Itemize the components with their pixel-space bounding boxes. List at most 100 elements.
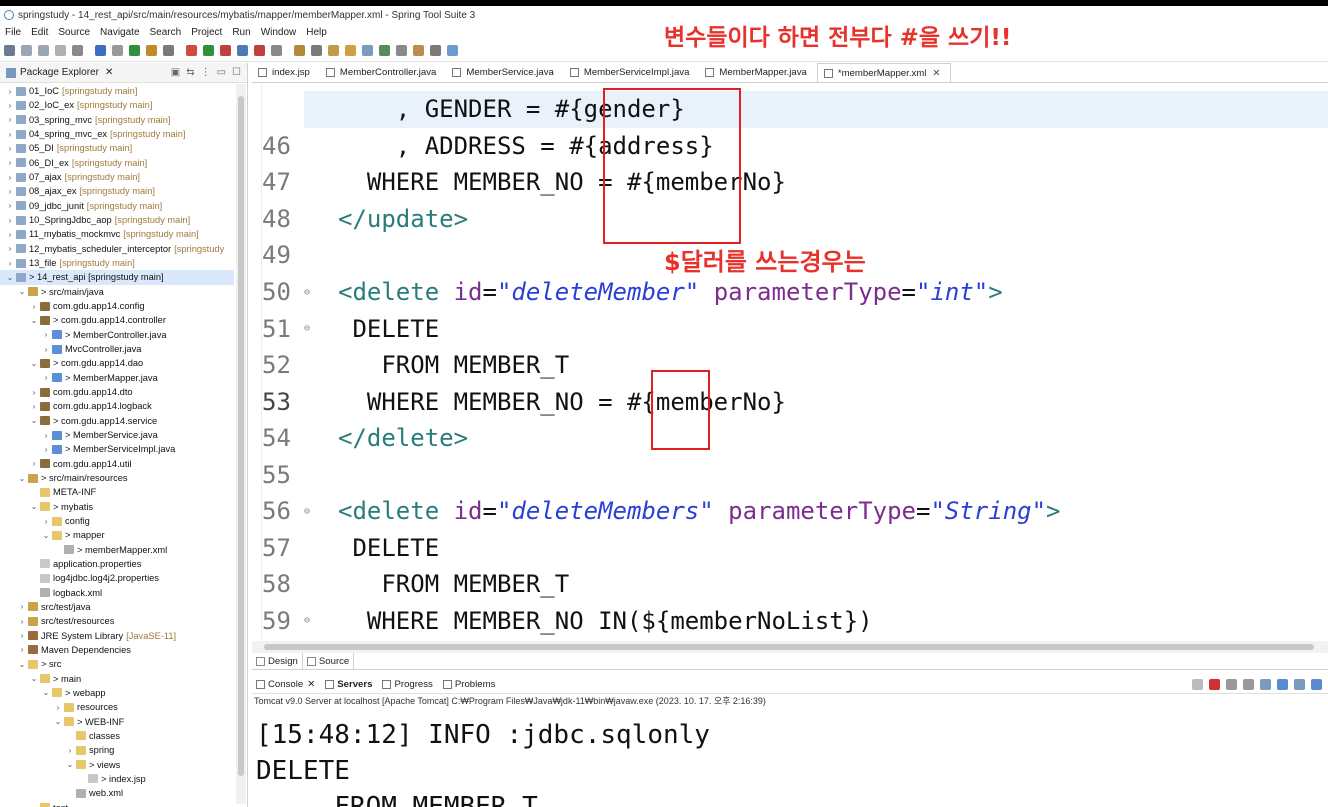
fold-toggle-icon[interactable]: ⊖ [304,615,310,626]
expand-toggle-icon[interactable]: ⌄ [18,287,26,296]
collapse-all-icon[interactable]: ▣ [171,67,180,78]
minimize-icon[interactable]: ▭ [217,67,226,78]
tree-item[interactable]: ⌄ > src/main/java [0,285,234,299]
expand-toggle-icon[interactable]: ⌄ [30,416,38,425]
tree-item[interactable]: › 01_IoC [springstudy main] [0,84,234,98]
tree-item[interactable]: ⌄ > com.gdu.app14.service [0,414,234,428]
toolbar-button[interactable] [55,45,66,56]
expand-toggle-icon[interactable]: › [30,302,38,311]
toolbar-button[interactable] [379,45,390,56]
toolbar-button[interactable] [203,45,214,56]
fold-toggle-icon[interactable]: ⊖ [304,287,310,298]
editor-tab[interactable]: MemberServiceImpl.java [564,63,700,82]
tree-item[interactable]: › com.gdu.app14.logback [0,399,234,413]
expand-toggle-icon[interactable]: › [42,431,50,440]
tree-item[interactable]: › 08_ajax_ex [springstudy main] [0,184,234,198]
explorer-scrollbar[interactable] [236,84,246,804]
expand-toggle-icon[interactable]: › [18,602,26,611]
toolbar-button[interactable] [413,45,424,56]
expand-toggle-icon[interactable]: › [6,259,14,268]
tree-item[interactable]: ⌄ > WEB-INF [0,714,234,728]
tree-item[interactable]: › 06_DI_ex [springstudy main] [0,156,234,170]
expand-toggle-icon[interactable]: ⌄ [6,273,14,282]
code-line[interactable]: 59 ⊖ WHERE MEMBER_NO IN(${memberNoList}) [252,603,1328,640]
package-explorer-title[interactable]: Package Explorer [20,67,99,78]
tab-design[interactable]: Design [252,653,303,669]
console-action-button[interactable] [1311,679,1322,690]
code-line[interactable]: 58 FROM MEMBER_T [252,566,1328,603]
tree-item[interactable]: ⌄ > src/main/resources [0,471,234,485]
editor-horizontal-scrollbar[interactable] [252,641,1328,653]
link-editor-icon[interactable]: ⇆ [186,67,194,78]
expand-toggle-icon[interactable]: ⌄ [54,717,62,726]
tree-item[interactable]: › 07_ajax [springstudy main] [0,170,234,184]
console-action-button[interactable] [1277,679,1288,690]
view-menu-icon[interactable]: ⋮ [201,67,211,78]
tree-item[interactable]: META-INF [0,485,234,499]
toolbar-button[interactable] [146,45,157,56]
toolbar-button[interactable] [4,45,15,56]
fold-toggle-icon[interactable]: ⊖ [304,323,310,334]
tree-item[interactable]: › com.gdu.app14.dto [0,385,234,399]
expand-toggle-icon[interactable]: ⌄ [30,674,38,683]
tree-item[interactable]: › 03_spring_mvc [springstudy main] [0,113,234,127]
code-line[interactable]: 51 ⊖ DELETE [252,310,1328,347]
expand-toggle-icon[interactable]: › [6,187,14,196]
toolbar-button[interactable] [311,45,322,56]
toolbar-button[interactable] [21,45,32,56]
editor-tab[interactable]: index.jsp [252,63,320,82]
toolbar-button[interactable] [396,45,407,56]
expand-toggle-icon[interactable]: ⌄ [30,359,38,368]
expand-toggle-icon[interactable]: › [6,130,14,139]
tree-item[interactable]: ⌄ > com.gdu.app14.controller [0,313,234,327]
expand-toggle-icon[interactable]: ⌄ [66,760,74,769]
expand-toggle-icon[interactable]: › [6,115,14,124]
tree-item[interactable]: › 13_file [springstudy main] [0,256,234,270]
tree-item[interactable]: ⌄ > views [0,757,234,771]
tree-item[interactable]: classes [0,729,234,743]
code-line[interactable]: 55 [252,457,1328,494]
toolbar-button[interactable] [38,45,49,56]
code-line[interactable]: 46 , ADDRESS = #{address} [252,128,1328,165]
maximize-icon[interactable]: ☐ [232,67,241,78]
explorer-scroll-thumb[interactable] [238,96,244,776]
close-tab-icon[interactable]: ✕ [932,68,940,79]
tree-item[interactable]: ⌄ > mapper [0,528,234,542]
menu-run[interactable]: Run [232,27,250,38]
console-action-button[interactable] [1192,679,1203,690]
expand-toggle-icon[interactable]: › [6,230,14,239]
tree-item[interactable]: web.xml [0,786,234,800]
editor-tab[interactable]: MemberMapper.java [699,63,816,82]
expand-toggle-icon[interactable]: › [18,631,26,640]
expand-toggle-icon[interactable]: › [6,144,14,153]
console-action-button[interactable] [1260,679,1271,690]
toolbar-button[interactable] [294,45,305,56]
toolbar-button[interactable] [95,45,106,56]
editor-scroll-thumb[interactable] [264,644,1314,650]
menu-source[interactable]: Source [58,27,90,38]
expand-toggle-icon[interactable]: › [42,330,50,339]
menu-window[interactable]: Window [261,27,297,38]
tree-item[interactable]: ⌄ > webapp [0,686,234,700]
tree-item[interactable]: ⌄ > src [0,657,234,671]
expand-toggle-icon[interactable]: › [42,445,50,454]
fold-toggle-icon[interactable]: ⊖ [304,506,310,517]
tree-item[interactable]: ⌄ > com.gdu.app14.dao [0,356,234,370]
toolbar-button[interactable] [72,45,83,56]
tree-item[interactable]: ⌄ > main [0,671,234,685]
expand-toggle-icon[interactable]: › [6,87,14,96]
expand-toggle-icon[interactable]: ⌄ [30,502,38,511]
expand-toggle-icon[interactable]: › [66,746,74,755]
expand-toggle-icon[interactable]: ⌄ [18,474,26,483]
tree-item[interactable]: ⌄ > 14_rest_api [springstudy main] [0,270,234,285]
toolbar-button[interactable] [129,45,140,56]
toolbar-button[interactable] [447,45,458,56]
code-line[interactable]: 47 WHERE MEMBER_NO = #{memberNo} [252,164,1328,201]
tree-item[interactable]: › 09_jdbc_junit [springstudy main] [0,199,234,213]
tree-item[interactable]: › src/test/resources [0,614,234,628]
tab-source[interactable]: Source [302,653,355,669]
toolbar-button[interactable] [254,45,265,56]
tree-item[interactable]: › 04_spring_mvc_ex [springstudy main] [0,127,234,141]
code-line[interactable]: 45 , GENDER = #{gender} [304,91,1328,128]
tree-item[interactable]: › > MemberMapper.java [0,371,234,385]
